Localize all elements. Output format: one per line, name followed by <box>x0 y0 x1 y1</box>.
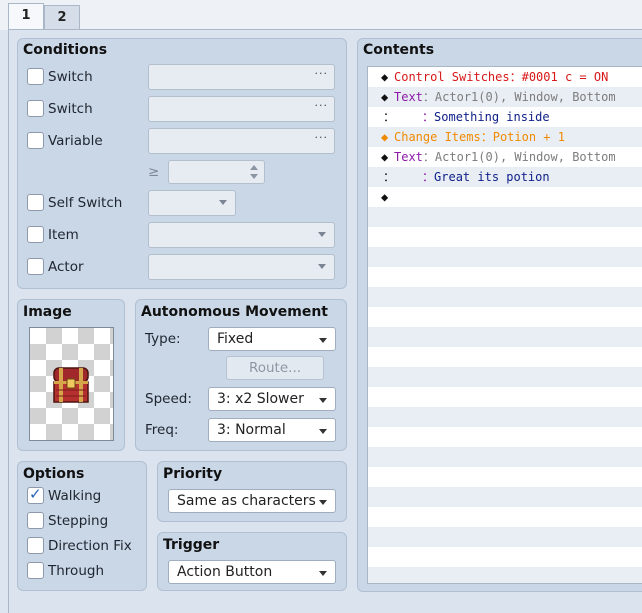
stepping-label: Stepping <box>48 513 109 529</box>
command-line[interactable]: ◆ Change Items：Potion + 1 <box>368 127 642 147</box>
actor-label: Actor <box>48 259 84 275</box>
command-separator: ： <box>422 150 435 164</box>
command-separator: ： <box>509 70 522 84</box>
walking-label: Walking <box>48 488 102 504</box>
tab-page-1[interactable]: 1 <box>8 3 44 30</box>
walking-checkbox[interactable]: ✓ <box>27 485 44 504</box>
switch2-field: ··· <box>148 96 335 122</box>
command-args: #0001 c = ON <box>521 70 609 84</box>
command-line[interactable]: ◆ Text：Actor1(0), Window, Bottom <box>368 87 642 107</box>
self-switch-checkbox[interactable] <box>27 194 44 211</box>
self-switch-select <box>148 190 236 216</box>
switch2-ellipsis-button: ··· <box>314 99 328 112</box>
tab-page-2[interactable]: 2 <box>44 5 80 30</box>
command-separator: ： <box>480 130 493 144</box>
command-args: Great its potion <box>434 170 550 184</box>
through-checkbox[interactable] <box>27 562 44 579</box>
variable-ellipsis-button: ··· <box>314 131 328 144</box>
type-label: Type: <box>145 331 181 347</box>
line-marker: ◆ <box>381 150 389 164</box>
command-name: Control Switches <box>394 70 510 84</box>
line-marker: ◆ <box>381 90 389 104</box>
through-label: Through <box>48 563 104 579</box>
command-line[interactable]: ： ：Great its potion <box>368 167 642 187</box>
switch1-ellipsis-button: ··· <box>314 67 328 80</box>
command-line[interactable]: ◆ <box>368 187 642 207</box>
line-marker: ： <box>383 110 396 124</box>
trigger-value: Action Button <box>177 564 273 580</box>
freq-select[interactable]: 3: Normal <box>208 418 336 442</box>
command-args: Actor1(0), Window, Bottom <box>434 90 616 104</box>
switch1-checkbox[interactable] <box>27 68 44 85</box>
line-marker: ◆ <box>381 190 389 204</box>
options-title: Options <box>23 466 85 482</box>
command-separator: ： <box>422 170 435 184</box>
line-marker: ： <box>383 170 396 184</box>
command-name: Text <box>394 150 423 164</box>
command-line[interactable]: ： ：Something inside <box>368 107 642 127</box>
item-label: Item <box>48 227 79 243</box>
command-line[interactable]: ◆ Control Switches：#0001 c = ON <box>368 67 642 87</box>
speed-select[interactable]: 3: x2 Slower <box>208 387 336 411</box>
spin-up-icon <box>250 165 258 170</box>
conditions-title: Conditions <box>23 42 108 58</box>
chevron-down-icon <box>318 232 326 237</box>
actor-select <box>148 254 335 280</box>
variable-checkbox[interactable] <box>27 132 44 149</box>
priority-select[interactable]: Same as characters <box>168 489 336 513</box>
variable-field: ··· <box>148 128 335 154</box>
event-image-preview[interactable] <box>29 327 114 441</box>
treasure-chest-icon <box>53 367 89 403</box>
command-args: Actor1(0), Window, Bottom <box>434 150 616 164</box>
switch1-field: ··· <box>148 64 335 90</box>
variable-label: Variable <box>48 133 103 149</box>
line-marker: ◆ <box>381 70 389 84</box>
chevron-down-icon <box>318 264 326 269</box>
chevron-down-icon <box>319 398 327 403</box>
command-separator: ： <box>422 110 435 124</box>
route-button[interactable]: Route... <box>226 356 324 380</box>
direction-fix-checkbox[interactable] <box>27 537 44 554</box>
command-separator: ： <box>422 90 435 104</box>
chevron-down-icon <box>319 571 327 576</box>
tab-bar: 1 2 <box>0 0 642 30</box>
command-args: Potion + 1 <box>492 130 565 144</box>
event-command-list[interactable]: ◆ Control Switches：#0001 c = ON ◆ Text：A… <box>367 66 642 584</box>
switch2-label: Switch <box>48 101 93 117</box>
speed-value: 3: x2 Slower <box>217 391 304 407</box>
trigger-select[interactable]: Action Button <box>168 560 336 584</box>
actor-checkbox[interactable] <box>27 258 44 275</box>
command-args: Something inside <box>434 110 550 124</box>
image-title: Image <box>23 304 72 320</box>
self-switch-label: Self Switch <box>48 195 123 211</box>
switch1-label: Switch <box>48 69 93 85</box>
line-marker: ◆ <box>381 130 389 144</box>
stepping-checkbox[interactable] <box>27 512 44 529</box>
command-name: Text <box>394 90 423 104</box>
chevron-down-icon <box>219 200 227 205</box>
chevron-down-icon <box>319 338 327 343</box>
ge-symbol: ≥ <box>148 164 160 180</box>
trigger-title: Trigger <box>163 537 220 553</box>
command-name: Change Items <box>394 130 481 144</box>
variable-value-spinner <box>168 160 265 184</box>
command-line[interactable]: ◆ Text：Actor1(0), Window, Bottom <box>368 147 642 167</box>
movement-title: Autonomous Movement <box>141 304 328 320</box>
item-select <box>148 222 335 248</box>
checkmark-icon: ✓ <box>29 485 42 503</box>
spin-down-icon <box>250 174 258 179</box>
type-select[interactable]: Fixed <box>208 327 336 351</box>
priority-value: Same as characters <box>177 493 316 509</box>
freq-label: Freq: <box>145 422 179 438</box>
priority-title: Priority <box>163 466 223 482</box>
freq-value: 3: Normal <box>217 422 286 438</box>
contents-title: Contents <box>363 42 435 58</box>
direction-fix-label: Direction Fix <box>48 538 132 554</box>
speed-label: Speed: <box>145 391 192 407</box>
type-value: Fixed <box>217 331 254 347</box>
switch2-checkbox[interactable] <box>27 100 44 117</box>
chevron-down-icon <box>319 429 327 434</box>
item-checkbox[interactable] <box>27 226 44 243</box>
chevron-down-icon <box>319 500 327 505</box>
